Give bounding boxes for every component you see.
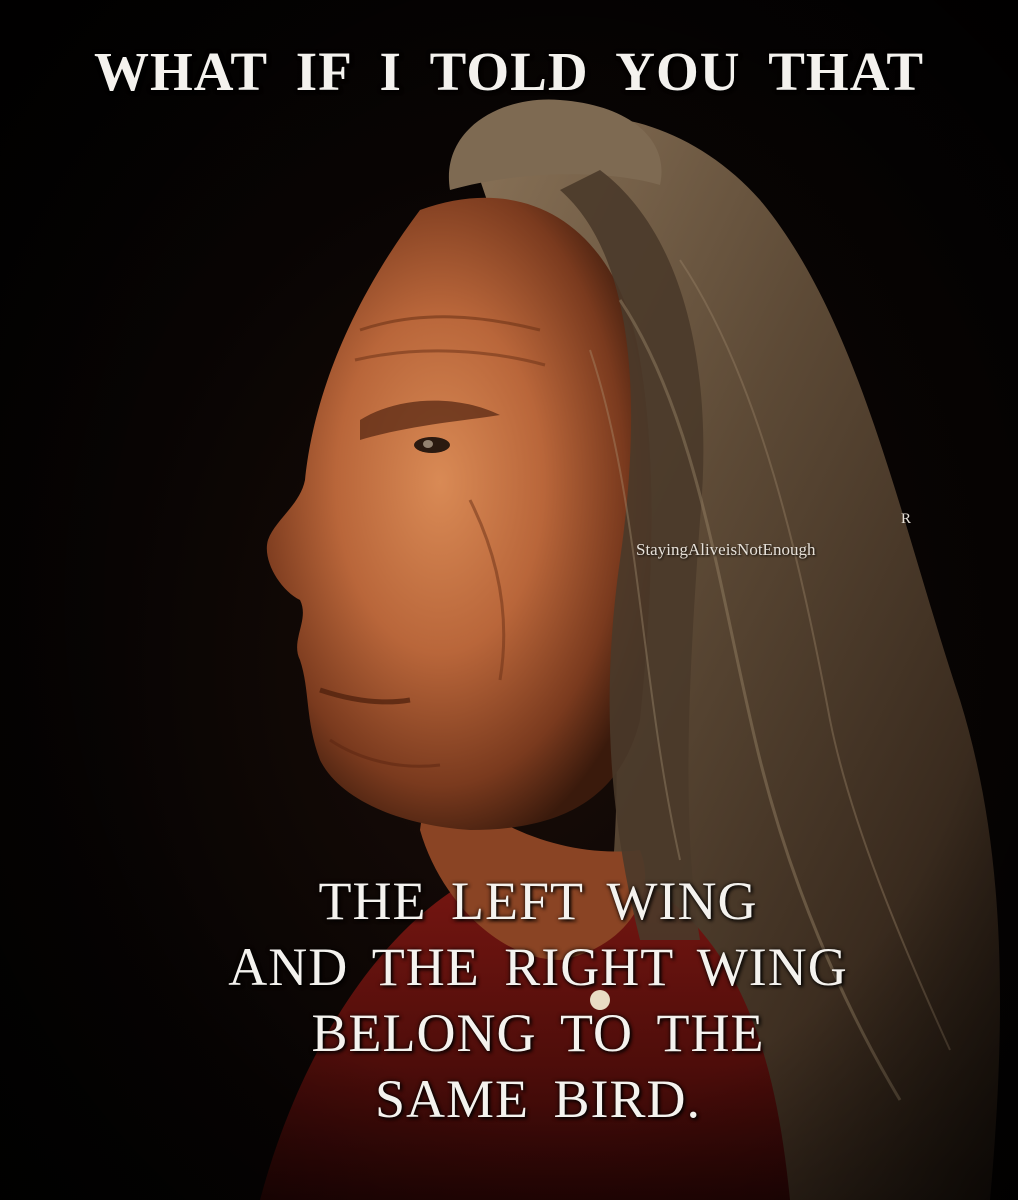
meme-image: WHAT IF I TOLD YOU THAT THE LEFT WING AN… [0, 0, 1018, 1200]
caption-bottom: THE LEFT WING AND THE RIGHT WING BELONG … [58, 868, 1018, 1132]
caption-bottom-line-4: SAME BIRD. [374, 1069, 702, 1129]
watermark-mark: R [901, 511, 912, 527]
caption-bottom-line-2: AND THE RIGHT WING [228, 937, 848, 997]
watermark-text: StayingAliveisNotEnough [636, 540, 816, 559]
caption-top: WHAT IF I TOLD YOU THAT [93, 41, 925, 102]
caption-bottom-line-3: BELONG TO THE [311, 1003, 765, 1063]
caption-bottom-line-1: THE LEFT WING [318, 871, 758, 931]
